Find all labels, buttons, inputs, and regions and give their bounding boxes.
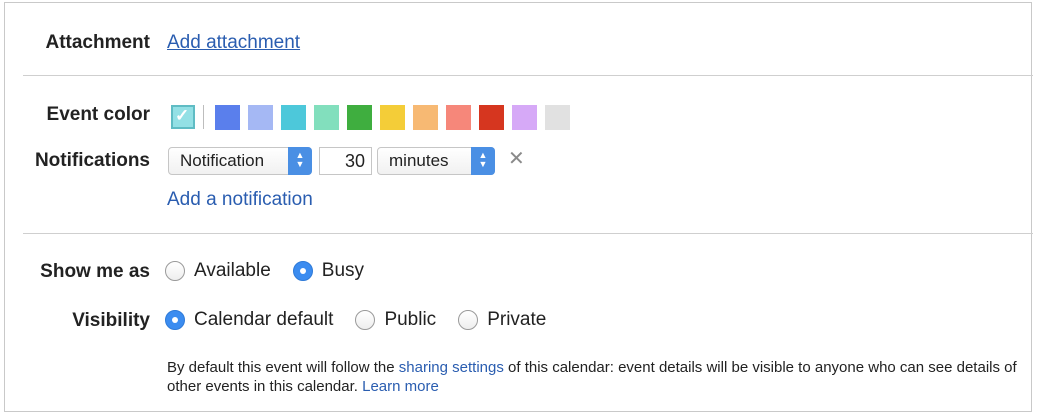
notification-unit-value: minutes xyxy=(389,151,449,170)
color-swatch[interactable] xyxy=(248,104,273,130)
radio-button-selected xyxy=(165,310,185,330)
learn-more-link[interactable]: Learn more xyxy=(362,378,439,395)
swatch-separator xyxy=(203,105,204,129)
radio-busy[interactable]: Busy xyxy=(292,260,365,282)
visibility-label: Visibility xyxy=(72,310,150,331)
radio-calendar-default[interactable]: Calendar default xyxy=(165,309,333,331)
color-swatch[interactable] xyxy=(413,104,438,130)
notifications-label: Notifications xyxy=(34,150,150,171)
event-options-panel: Attachment Add attachment Event color ✓ … xyxy=(4,2,1033,412)
color-swatch[interactable] xyxy=(380,104,405,130)
notification-type-select[interactable]: Notification ▲ ▼ xyxy=(168,147,312,175)
divider xyxy=(23,233,1033,234)
radio-button xyxy=(165,261,185,281)
check-icon: ✓ xyxy=(175,106,190,125)
color-swatches: ✓ xyxy=(171,104,578,130)
radio-button xyxy=(355,310,376,330)
radio-private[interactable]: Private xyxy=(458,309,546,331)
notification-amount-input[interactable]: 30 xyxy=(319,147,372,175)
radio-available[interactable]: Available xyxy=(165,260,271,282)
info-prefix: By default this event will follow the xyxy=(167,359,399,376)
radio-button xyxy=(458,310,479,330)
notification-unit-select[interactable]: minutes ▲ ▼ xyxy=(377,147,495,175)
notification-type-value: Notification xyxy=(180,151,265,170)
color-swatch[interactable] xyxy=(512,104,537,130)
remove-notification-icon[interactable]: ✕ xyxy=(508,146,525,171)
radio-label: Private xyxy=(487,309,547,330)
sharing-settings-link[interactable]: sharing settings xyxy=(399,359,504,376)
divider xyxy=(23,75,1033,76)
visibility-radio-group: Calendar default Public Private xyxy=(165,309,568,331)
attachment-label: Attachment xyxy=(45,32,150,53)
select-arrows-icon: ▲ ▼ xyxy=(288,147,312,175)
color-swatch[interactable] xyxy=(215,104,240,130)
radio-public[interactable]: Public xyxy=(355,309,436,331)
show-me-as-label: Show me as xyxy=(40,261,150,282)
add-notification-link[interactable]: Add a notification xyxy=(167,189,313,211)
event-color-label: Event color xyxy=(46,104,150,125)
color-swatch[interactable] xyxy=(347,104,372,130)
color-swatch[interactable] xyxy=(314,104,339,130)
radio-button-selected xyxy=(292,261,313,281)
color-swatch[interactable] xyxy=(446,104,471,130)
radio-label: Public xyxy=(384,309,437,330)
select-arrows-icon: ▲ ▼ xyxy=(471,147,495,175)
show-me-as-radio-group: Available Busy xyxy=(165,260,386,282)
add-attachment-link[interactable]: Add attachment xyxy=(167,32,300,54)
color-swatch[interactable] xyxy=(479,104,504,130)
radio-label: Available xyxy=(194,260,271,281)
radio-label: Busy xyxy=(321,260,365,281)
default-color-swatch[interactable]: ✓ xyxy=(171,105,195,129)
color-swatch[interactable] xyxy=(281,104,306,130)
color-swatch[interactable] xyxy=(545,104,570,130)
radio-label: Calendar default xyxy=(194,309,334,330)
visibility-info-text: By default this event will follow the sh… xyxy=(167,358,1017,396)
